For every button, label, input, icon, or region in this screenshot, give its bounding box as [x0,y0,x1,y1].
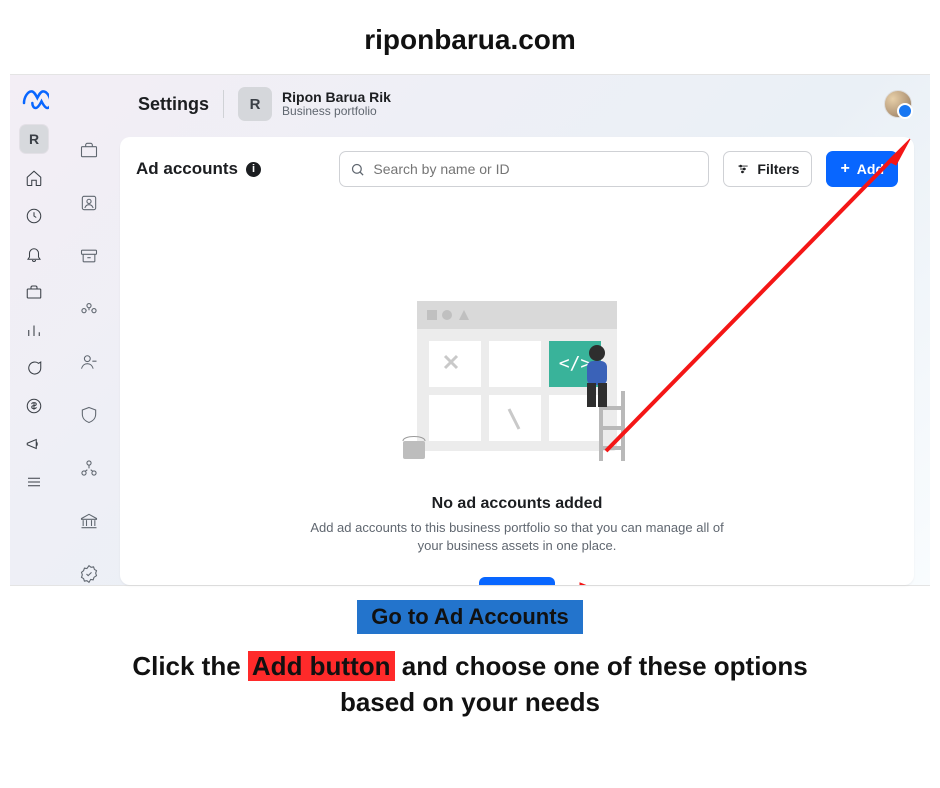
empty-description: Add ad accounts to this business portfol… [307,519,727,555]
bell-icon[interactable] [21,241,47,267]
nav-shield-icon[interactable] [76,403,102,426]
panel-title-text: Ad accounts [136,159,238,179]
empty-state: </> [120,201,914,585]
meta-logo-icon[interactable] [19,83,49,113]
content-area: Settings R Ripon Barua Rik Business port… [120,75,930,585]
briefcase-icon[interactable] [21,279,47,305]
home-icon[interactable] [21,165,47,191]
filters-button[interactable]: Filters [723,151,812,187]
user-avatar[interactable] [884,90,912,118]
panel-title: Ad accounts i [136,159,261,179]
portfolio-selector[interactable]: R Ripon Barua Rik Business portfolio [238,87,391,121]
search-input[interactable] [373,161,698,177]
nav-share-icon[interactable] [76,456,102,479]
add-button[interactable]: + Add [826,151,898,187]
portfolio-avatar: R [238,87,272,121]
panel-header: Ad accounts i Filters + Add [120,137,914,201]
annotation-after: and choose one of these options based on… [340,651,808,717]
page-source-title: riponbarua.com [0,0,940,74]
bar-chart-icon[interactable] [21,317,47,343]
annotation-highlight: Add button [248,651,395,681]
rail-portfolio-chip[interactable]: R [20,125,48,153]
dollar-icon[interactable] [21,393,47,419]
info-icon[interactable]: i [246,162,261,177]
nav-id-card-icon[interactable] [76,192,102,215]
portfolio-text: Ripon Barua Rik Business portfolio [282,89,391,119]
plus-icon: + [840,161,849,177]
settings-nav [58,75,120,585]
annotation-before: Click the [132,651,248,681]
settings-heading: Settings [138,94,209,115]
nav-bank-icon[interactable] [76,509,102,532]
ad-accounts-panel: Ad accounts i Filters + Add [120,137,914,585]
add-label: Add [857,161,884,177]
annotation-pill: Go to Ad Accounts [357,600,583,634]
search-icon [350,162,365,177]
search-input-wrapper[interactable] [339,151,709,187]
topbar-divider [223,90,224,118]
svg-text:</>: </> [559,353,592,374]
chat-icon[interactable] [21,355,47,381]
clock-icon[interactable] [21,203,47,229]
portfolio-name: Ripon Barua Rik [282,89,391,105]
empty-title: No ad accounts added [432,495,603,513]
annotation-block: Go to Ad Accounts Click the Add button a… [0,586,940,721]
portfolio-subtitle: Business portfolio [282,105,391,119]
nav-archive-icon[interactable] [76,245,102,268]
add-button-center[interactable]: + Add [479,577,555,585]
filters-icon [736,162,750,176]
menu-icon[interactable] [21,469,47,495]
app-rail: R [10,75,58,585]
nav-people-icon[interactable] [76,298,102,321]
filters-label: Filters [757,161,799,177]
nav-briefcase-icon[interactable] [76,139,102,162]
app-shell: R Settings R Ripon Barua Rik [10,74,930,586]
nav-user-minus-icon[interactable] [76,351,102,374]
topbar: Settings R Ripon Barua Rik Business port… [120,75,930,133]
empty-illustration: </> [387,291,647,481]
megaphone-icon[interactable] [21,431,47,457]
annotation-text: Click the Add button and choose one of t… [110,648,830,721]
nav-verified-icon[interactable] [76,562,102,585]
